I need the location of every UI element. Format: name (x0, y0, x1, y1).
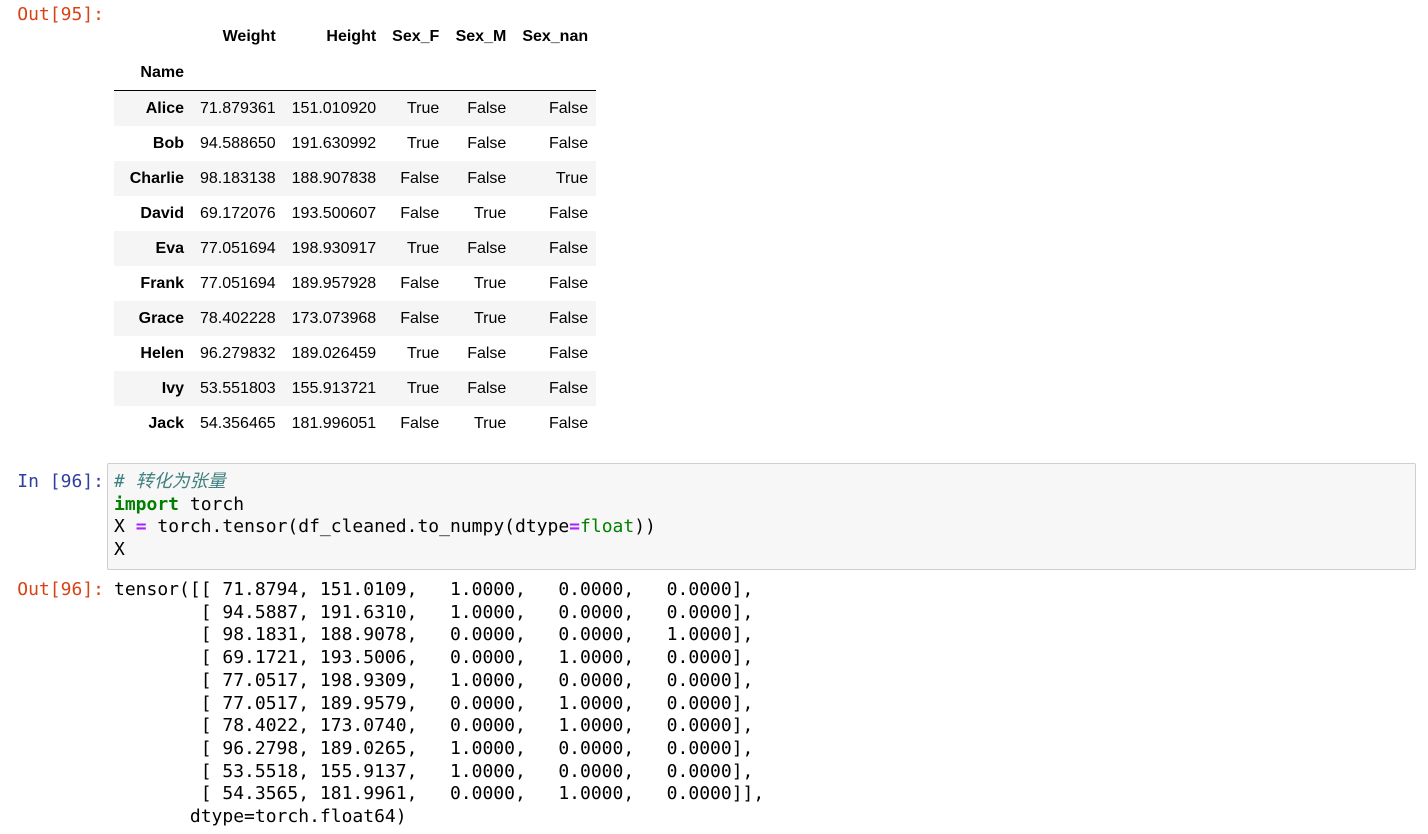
cell: 191.630992 (291, 134, 377, 152)
cell: False (400, 309, 440, 327)
row-index: Alice (145, 99, 184, 117)
row-index: David (140, 204, 184, 222)
code-text: X (114, 516, 136, 537)
in-96-prompt: In [96]: (17, 471, 104, 492)
row-index: Eva (155, 239, 184, 257)
code-text: X (114, 538, 125, 560)
cell: False (549, 379, 589, 397)
cell: False (400, 414, 440, 432)
column-header: Height (326, 27, 377, 45)
table-row: Alice 71.879361 151.010920 True False False (114, 90, 597, 126)
row-index: Bob (152, 134, 184, 152)
cell: 54.356465 (200, 414, 276, 432)
cell: 155.913721 (291, 379, 377, 397)
cell: False (467, 344, 507, 362)
cell: 96.279832 (200, 344, 276, 362)
cell: False (549, 99, 589, 117)
table-row: Helen 96.279832 189.026459 True False False (114, 336, 596, 371)
cell: True (474, 309, 507, 327)
cell: False (467, 134, 507, 152)
cell: False (549, 274, 589, 292)
dataframe-table: Weight Height Sex_F Sex_M Sex_nan Name A… (114, 18, 597, 441)
code-comment: # 转化为张量 (114, 471, 226, 492)
table-row: Bob 94.588650 191.630992 True False False (114, 126, 596, 161)
cell: 198.930917 (291, 239, 377, 257)
cell: False (467, 239, 507, 257)
cell: False (549, 414, 589, 432)
code-text: torch (179, 493, 245, 515)
cell: False (400, 204, 440, 222)
cell: False (549, 204, 589, 222)
cell: False (400, 274, 440, 292)
row-index: Helen (140, 344, 184, 362)
index-name-row: Name (114, 55, 597, 91)
code-input-cell[interactable]: # 转化为张量 import torch X = torch.tensor(df… (107, 463, 1416, 570)
keyword-import: import (114, 493, 180, 515)
cell: 77.051694 (200, 274, 276, 292)
row-index: Ivy (161, 379, 184, 397)
table-row: Frank 77.051694 189.957928 False True False (114, 266, 596, 301)
cell: False (549, 239, 589, 257)
cell: 188.907838 (291, 169, 377, 187)
cell: False (549, 134, 589, 152)
cell: True (474, 274, 507, 292)
row-index: Charlie (129, 169, 184, 187)
column-header: Sex_F (392, 27, 440, 45)
column-header: Sex_nan (522, 27, 589, 45)
cell: True (407, 99, 440, 117)
cell: 189.026459 (291, 344, 377, 362)
cell: False (467, 99, 507, 117)
index-name: Name (140, 63, 184, 81)
cell: True (407, 379, 440, 397)
operator-equals: = (569, 516, 581, 537)
table-row: Eva 77.051694 198.930917 True False False (114, 231, 597, 266)
out-96-prompt: Out[96]: (17, 579, 104, 600)
table-row: Ivy 53.551803 155.913721 True False False (114, 371, 597, 406)
cell: True (474, 414, 507, 432)
code-text: torch.tensor(df_cleaned.to_numpy(dtype (146, 516, 570, 537)
tensor-output: tensor([[ 71.8794, 151.0109, 1.0000, 0.0… (114, 579, 765, 828)
cell: False (467, 169, 507, 187)
cell: False (549, 309, 589, 327)
table-row: Jack 54.356465 181.996051 False True False (114, 406, 596, 441)
column-header: Weight (222, 27, 276, 45)
row-index: Jack (148, 414, 184, 432)
cell: 193.500607 (291, 204, 377, 222)
cell: 173.073968 (291, 309, 377, 327)
cell: True (407, 239, 440, 257)
cell: True (474, 204, 507, 222)
code-text: )) (634, 516, 656, 537)
table-row: David 69.172076 193.500607 False True False (114, 196, 596, 231)
row-index: Frank (140, 274, 184, 292)
cell: 71.879361 (200, 99, 276, 117)
cell: False (400, 169, 440, 187)
cell: 151.010920 (291, 99, 377, 117)
table-row: Charlie 98.183138 188.907838 False False True (114, 161, 597, 196)
cell: 98.183138 (200, 169, 276, 187)
column-header-row: Weight Height Sex_F Sex_M Sex_nan (114, 18, 596, 55)
cell: 181.996051 (291, 414, 377, 432)
cell: 77.051694 (200, 239, 276, 257)
operator-equals: = (135, 516, 147, 537)
row-index: Grace (138, 309, 184, 327)
cell: 94.588650 (200, 134, 276, 152)
cell: 78.402228 (200, 309, 276, 327)
cell: True (555, 169, 589, 187)
builtin-float: float (580, 516, 635, 537)
column-header: Sex_M (455, 27, 507, 45)
cell: True (407, 344, 440, 362)
index-corner (114, 18, 192, 55)
cell: 53.551803 (200, 379, 276, 397)
cell: 69.172076 (200, 204, 276, 222)
cell: True (407, 134, 440, 152)
cell: False (549, 344, 589, 362)
code-editor[interactable]: # 转化为张量 import torch X = torch.tensor(df… (114, 471, 656, 561)
cell: 189.957928 (291, 274, 377, 292)
cell: False (467, 379, 507, 397)
out-95-prompt: Out[95]: (17, 4, 104, 25)
table-row: Grace 78.402228 173.073968 False True False (114, 301, 597, 336)
